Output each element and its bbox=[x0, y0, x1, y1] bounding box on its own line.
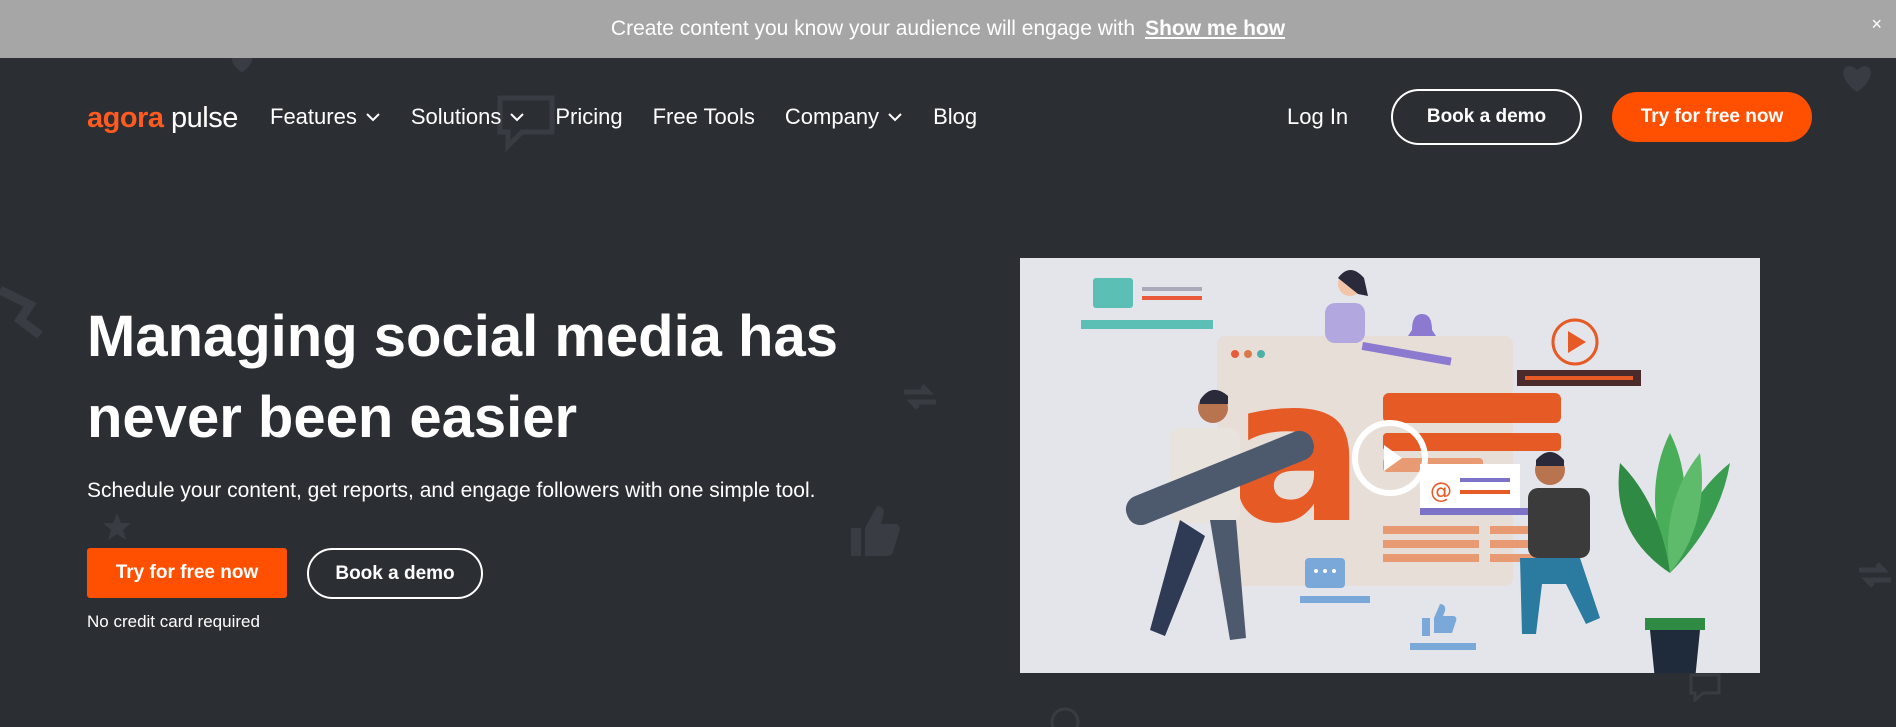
play-icon[interactable] bbox=[1352, 420, 1428, 496]
star-icon bbox=[103, 513, 131, 540]
repost-icon bbox=[1859, 562, 1891, 588]
nav-item-features[interactable]: Features bbox=[270, 104, 381, 130]
nav-item-pricing[interactable]: Pricing bbox=[555, 104, 622, 130]
hero-book-demo-button[interactable]: Book a demo bbox=[307, 548, 483, 599]
logo-pulse: pulse bbox=[171, 102, 238, 134]
chevron-down-icon bbox=[366, 113, 380, 122]
chevron-down-icon bbox=[510, 113, 525, 122]
login-link[interactable]: Log In bbox=[1287, 104, 1348, 130]
nav-item-label: Free Tools bbox=[652, 104, 755, 129]
repost-icon bbox=[904, 384, 936, 410]
nav-item-label: Solutions bbox=[410, 104, 502, 129]
no-credit-card-note: No credit card required bbox=[87, 612, 260, 631]
nav-item-blog[interactable]: Blog bbox=[933, 104, 977, 130]
logo-agora: agora bbox=[87, 102, 164, 134]
nav-menu: Features Solutions Pricing Free Tools Co… bbox=[270, 104, 1007, 130]
nav-item-label: Features bbox=[270, 104, 357, 129]
nav-item-label: Blog bbox=[933, 104, 978, 129]
hero-subtitle: Schedule your content, get reports, and … bbox=[87, 479, 816, 502]
chevron-down-icon bbox=[888, 113, 902, 122]
hero-try-free-button[interactable]: Try for free now bbox=[87, 548, 287, 598]
svg-text:@: @ bbox=[1430, 479, 1452, 504]
try-free-button[interactable]: Try for free now bbox=[1612, 92, 1812, 142]
announcement-text: Create content you know your audience wi… bbox=[610, 17, 1136, 40]
main-nav: agora pulse Features Solutions Pricing F… bbox=[0, 58, 1896, 176]
chat-bubble-icon bbox=[1689, 673, 1721, 702]
nav-item-company[interactable]: Company bbox=[785, 104, 903, 130]
video-player[interactable]: a @ bbox=[1020, 258, 1760, 673]
logo[interactable]: agora pulse bbox=[87, 102, 238, 135]
nav-item-solutions[interactable]: Solutions bbox=[411, 104, 526, 130]
announcement-bar: Create content you know your audience wi… bbox=[0, 0, 1896, 58]
show-me-how-link[interactable]: Show me how bbox=[1145, 17, 1285, 41]
nav-item-label: Company bbox=[784, 104, 880, 129]
thumbs-up-icon bbox=[851, 506, 900, 556]
close-icon[interactable]: × bbox=[1871, 14, 1882, 35]
chat-bubble-icon bbox=[1050, 707, 1080, 727]
nav-item-free-tools[interactable]: Free Tools bbox=[653, 104, 755, 130]
hero-title: Managing social media has never been eas… bbox=[87, 304, 838, 450]
book-demo-button[interactable]: Book a demo bbox=[1391, 89, 1582, 145]
refresh-icon bbox=[0, 285, 43, 339]
nav-item-label: Pricing bbox=[555, 104, 623, 129]
